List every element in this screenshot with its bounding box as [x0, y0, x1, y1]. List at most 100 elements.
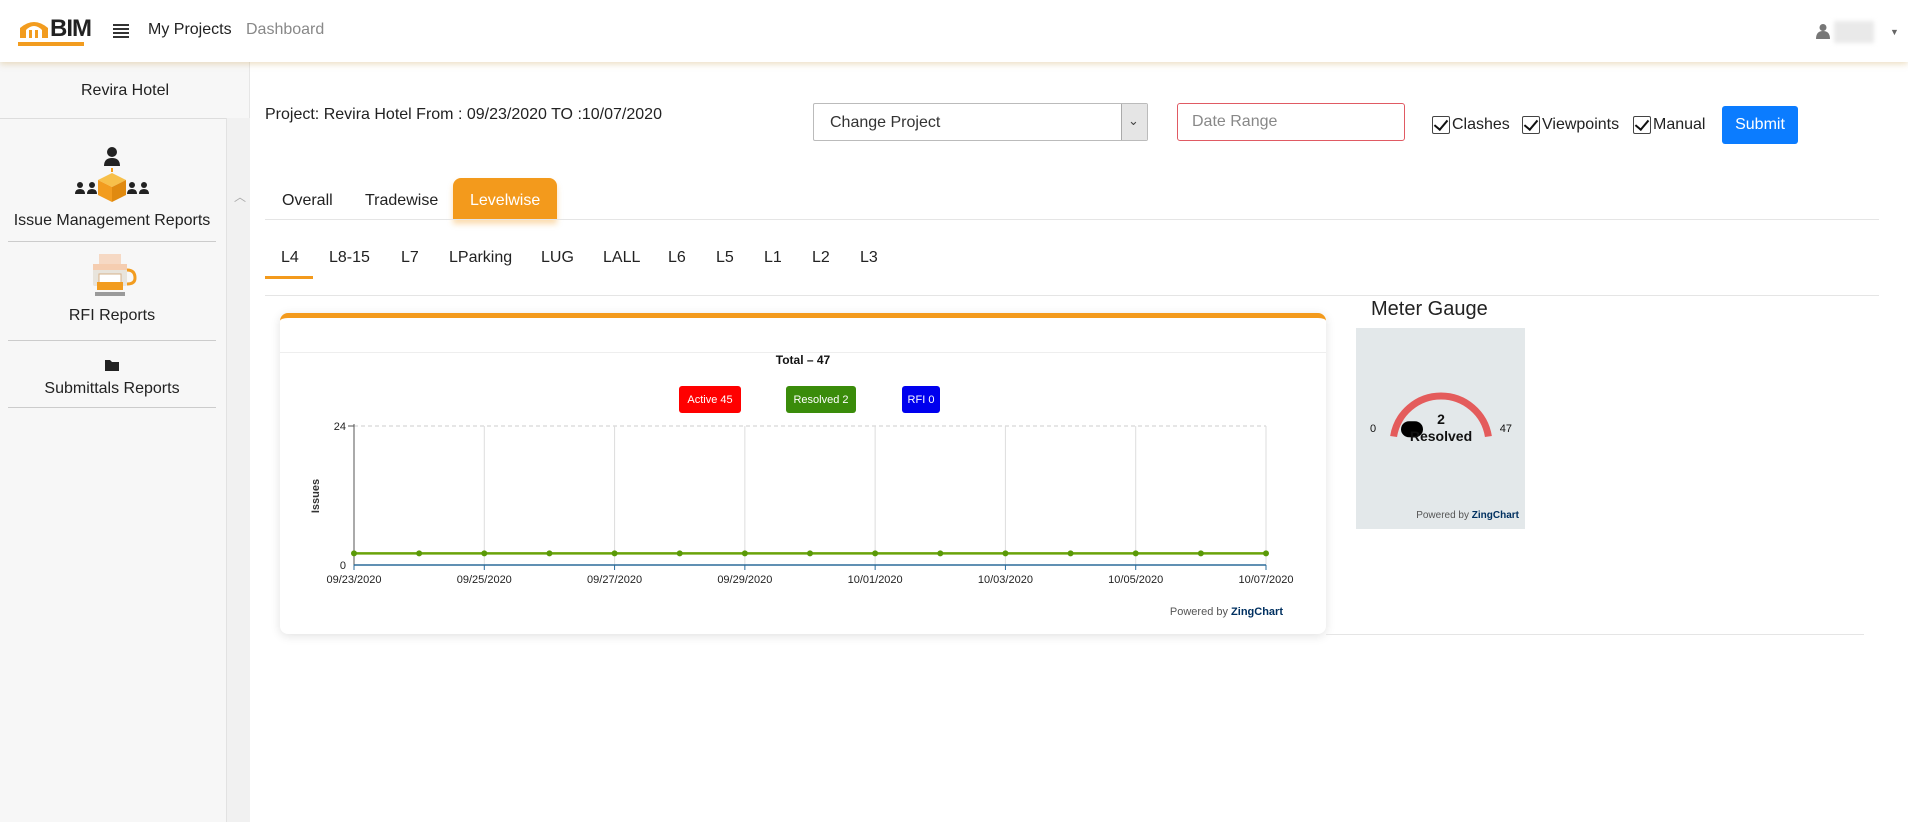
clashes-checkbox[interactable]: Clashes [1432, 116, 1510, 134]
tab-levelwise[interactable]: Levelwise [453, 178, 558, 220]
x-tick-label: 09/29/2020 [717, 574, 772, 586]
logo-arch-icon [20, 22, 48, 38]
project-date-summary: Project: Revira Hotel From : 09/23/2020 … [265, 106, 662, 123]
x-tick-label: 09/27/2020 [587, 574, 642, 586]
x-tick-label: 10/03/2020 [978, 574, 1033, 586]
caret-down-icon: ▼ [1890, 27, 1899, 37]
level-tab-l1[interactable]: L1 [764, 249, 782, 267]
data-point [1067, 550, 1074, 557]
data-point [872, 550, 879, 557]
legend-label: RFI 0 [908, 394, 935, 406]
sidebar-scrollbar[interactable]: ︿ [226, 118, 250, 822]
user-menu[interactable]: ▼ [1816, 21, 1899, 43]
checkbox-checked-icon[interactable] [1633, 116, 1651, 134]
data-point [937, 550, 944, 557]
level-tab-l7[interactable]: L7 [401, 249, 419, 267]
date-range-input[interactable] [1177, 103, 1405, 141]
checkbox-checked-icon[interactable] [1522, 116, 1540, 134]
tabs-divider [265, 219, 1879, 220]
y-axis-label: Issues [310, 479, 322, 513]
sidebar-item-label: RFI Reports [68, 307, 156, 324]
checkbox-checked-icon[interactable] [1432, 116, 1450, 134]
nav-dashboard[interactable]: Dashboard [246, 21, 324, 39]
checkbox-label: Viewpoints [1542, 116, 1620, 133]
level-tab-l8-15[interactable]: L8-15 [329, 249, 370, 267]
x-tick-label: 09/25/2020 [457, 574, 512, 586]
legend-item: RFI 0 [902, 386, 940, 413]
level-tab-l6[interactable]: L6 [668, 249, 686, 267]
tab-overall[interactable]: Overall [265, 178, 350, 220]
username-blurred [1834, 21, 1874, 43]
sidebar: Revira Hotel ︿ Issue Management Reports [0, 62, 250, 822]
data-point [1132, 550, 1139, 557]
nav-my-projects[interactable]: My Projects [148, 21, 232, 39]
level-tab-l5[interactable]: L5 [716, 249, 734, 267]
section-divider [1326, 634, 1864, 635]
checkbox-label: Clashes [1452, 116, 1510, 133]
powered-by-text: Powered by [1170, 606, 1231, 618]
x-tick-label: 09/23/2020 [326, 574, 381, 586]
select-value: Change Project [830, 114, 941, 131]
data-point [1002, 550, 1009, 557]
legend-label: Active 45 [687, 394, 732, 406]
zingchart-brand: ZingChart [1231, 606, 1283, 618]
zingchart-brand: ZingChart [1472, 510, 1520, 521]
issues-line-chart: Total – 47 Active 45 Resolved 2 RFI 0 24 0 Iss… [310, 353, 1294, 618]
legend-item: Resolved 2 [786, 386, 856, 413]
x-tick-label: 10/07/2020 [1238, 574, 1293, 586]
x-tick-label: 10/01/2020 [848, 574, 903, 586]
sidebar-item-label: Issue Management Reports [13, 212, 211, 229]
levels-divider [265, 295, 1879, 296]
sidebar-item-issue-management[interactable]: Issue Management Reports [8, 144, 216, 242]
level-tab-lparking[interactable]: LParking [449, 249, 512, 267]
active-level-indicator [265, 276, 313, 279]
chevron-down-icon: ⌄ [1128, 113, 1139, 128]
hamburger-menu-icon[interactable] [113, 24, 129, 38]
checkbox-label: Manual [1653, 116, 1706, 133]
data-point [416, 550, 423, 557]
logo-underline [18, 42, 84, 46]
gauge-title: Meter Gauge [1371, 298, 1488, 320]
sidebar-item-label: Submittals Reports [44, 380, 180, 397]
sidebar-item-rfi-reports[interactable]: RFI Reports [8, 252, 216, 341]
bim-logo[interactable]: BIM [16, 14, 92, 48]
data-point [676, 550, 683, 557]
data-point [351, 550, 357, 557]
rfi-printer-icon [93, 254, 137, 296]
meter-gauge: 0 47 2 Resolved Powered by ZingChart [1356, 328, 1525, 529]
issue-management-icon [75, 147, 149, 202]
sidebar-project-title: Revira Hotel [80, 82, 170, 99]
level-tab-l3[interactable]: L3 [860, 249, 878, 267]
chart-title: Total – 47 [776, 353, 831, 367]
level-tab-l4[interactable]: L4 [281, 249, 299, 267]
manual-checkbox[interactable]: Manual [1633, 116, 1705, 134]
viewpoints-checkbox[interactable]: Viewpoints [1522, 116, 1619, 134]
gauge-min-label: 0 [1370, 423, 1376, 435]
powered-by-label: Powered by ZingChart [1416, 510, 1519, 521]
legend-label: Resolved 2 [793, 394, 848, 406]
issues-chart-card: Total – 47 Active 45 Resolved 2 RFI 0 24 0 Iss… [280, 313, 1326, 634]
y-tick-label: 24 [334, 421, 346, 433]
select-dropdown-button[interactable]: ⌄ [1121, 104, 1147, 140]
powered-by-label: Powered by ZingChart [1170, 606, 1283, 618]
level-tab-lug[interactable]: LUG [541, 249, 574, 267]
data-point [741, 550, 748, 557]
submit-button[interactable]: Submit [1722, 106, 1798, 144]
scroll-up-icon[interactable]: ︿ [234, 188, 246, 205]
data-point [611, 550, 618, 557]
logo-text: BIM [50, 15, 92, 42]
data-point [1197, 550, 1204, 557]
tab-tradewise[interactable]: Tradewise [348, 178, 455, 220]
gauge-max-label: 47 [1500, 423, 1512, 435]
level-tab-l2[interactable]: L2 [812, 249, 830, 267]
x-tick-label: 10/05/2020 [1108, 574, 1163, 586]
data-point [546, 550, 553, 557]
change-project-select[interactable]: Change Project ⌄ [813, 103, 1148, 141]
y-tick-label: 0 [340, 560, 346, 572]
level-tab-lall[interactable]: LALL [603, 249, 640, 267]
data-point [481, 550, 488, 557]
powered-by-text: Powered by [1416, 510, 1472, 521]
gauge-value: 2 [1437, 411, 1445, 427]
sidebar-item-submittals-reports[interactable]: Submittals Reports [8, 352, 216, 408]
gauge-label: Resolved [1410, 428, 1472, 444]
